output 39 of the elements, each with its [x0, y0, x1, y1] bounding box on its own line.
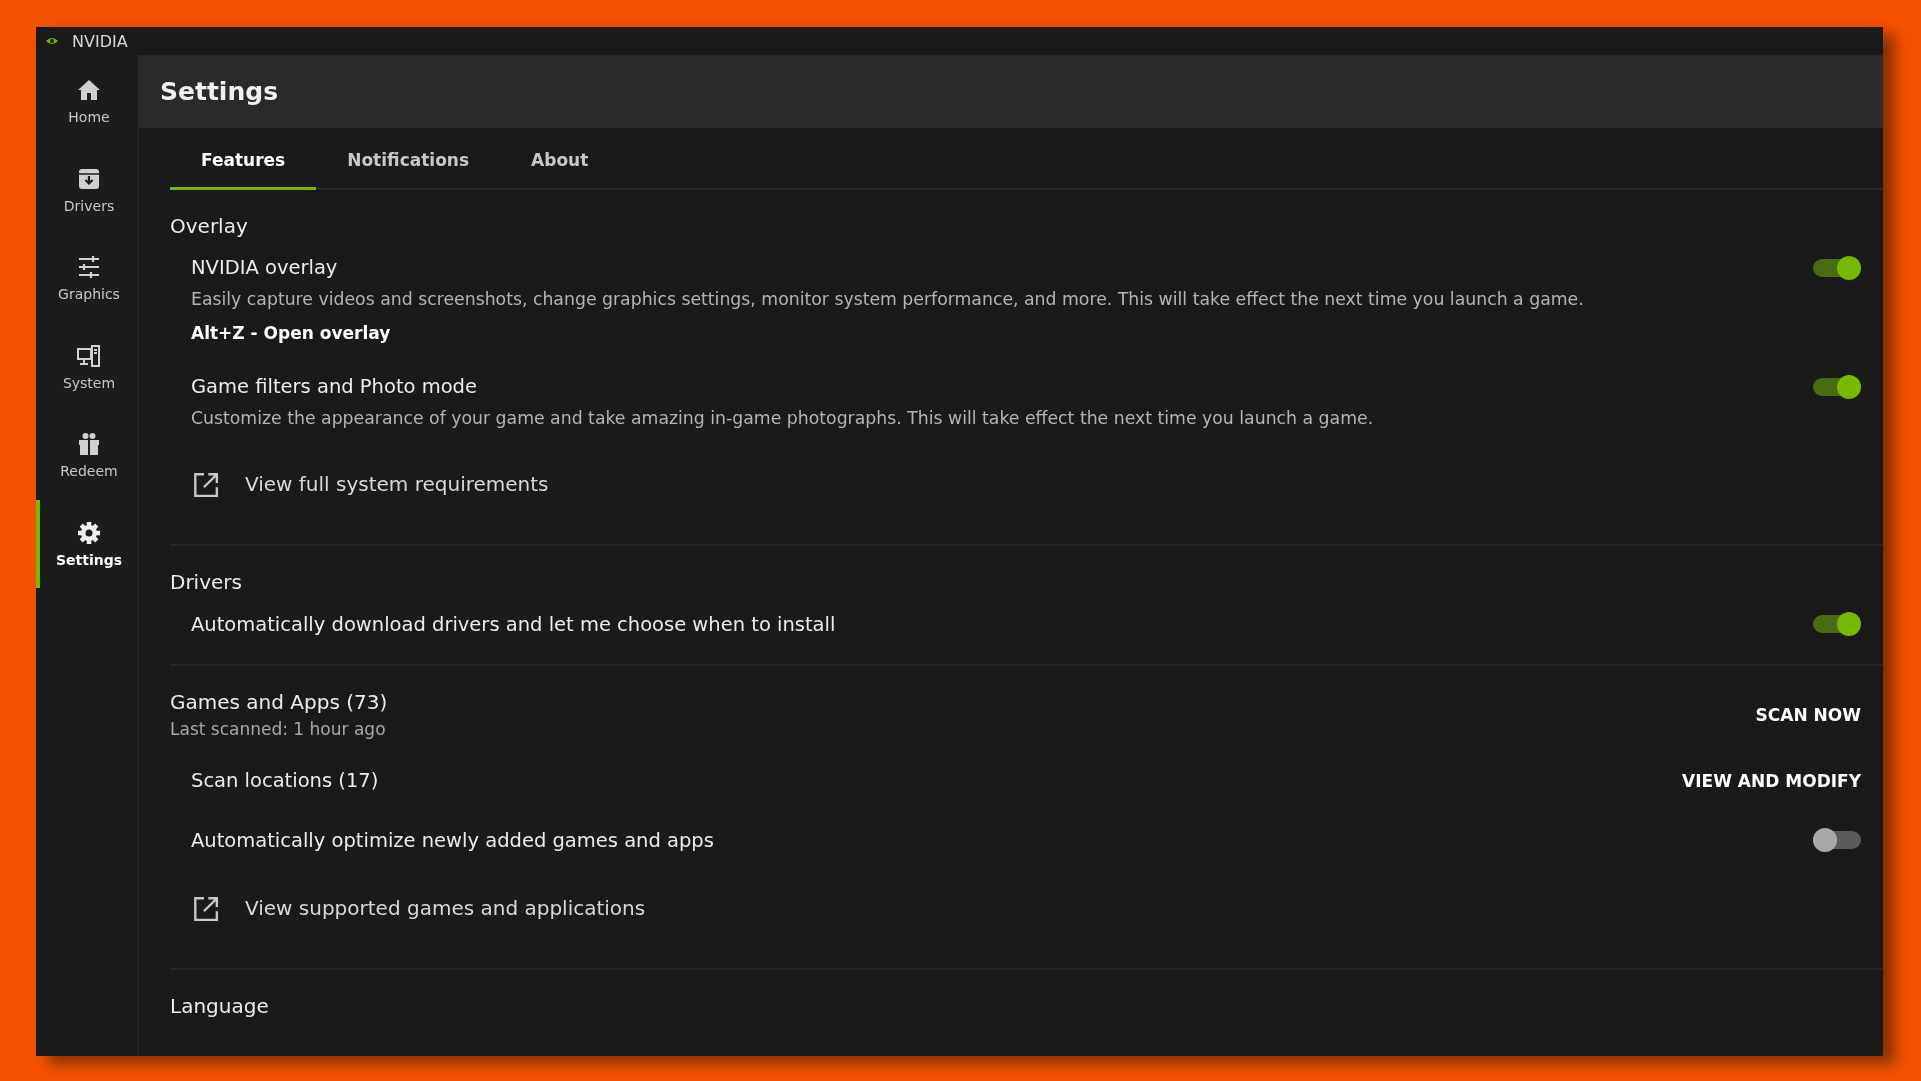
scan-now-button[interactable]: SCAN NOW — [1755, 704, 1861, 725]
link[interactable]: View supported games and applications — [245, 896, 646, 920]
toggle-switch[interactable] — [1813, 375, 1861, 399]
tab[interactable]: Features — [170, 132, 317, 190]
setting-label: NVIDIA overlay — [191, 256, 339, 279]
window-title: NVIDIA — [72, 31, 128, 51]
last-scanned-text: Last scanned: 1 hour ago — [170, 719, 387, 739]
sliders-icon — [76, 254, 102, 281]
computer-icon — [76, 342, 102, 369]
sidebar-item[interactable]: Settings — [36, 499, 138, 588]
settings-icon — [76, 519, 102, 546]
sidebar-item[interactable]: System — [36, 322, 138, 411]
section-title: Language — [170, 994, 269, 1018]
toggle-switch[interactable] — [1813, 256, 1861, 280]
shortcut-text: Alt+Z - Open overlay — [191, 323, 392, 343]
setting-label: Scan locations (17) — [191, 769, 379, 792]
setting-label: Automatically download drivers and let me choose when to install — [191, 612, 836, 636]
link[interactable]: View full system requirements — [245, 472, 549, 496]
setting-label: Automatically optimize newly added games and apps — [191, 828, 714, 852]
setting-label: Game filters and Photo mode — [191, 375, 478, 398]
gift-icon — [76, 431, 102, 458]
sidebar-item[interactable]: Home — [36, 57, 138, 146]
setting-description: Easily capture videos and screenshots, change graphics settings, monitor system performance, and more. This will take effect the next time you launch a game. — [191, 289, 1584, 309]
tab[interactable]: Notifications — [316, 132, 501, 190]
page-title: Settings — [160, 77, 278, 106]
toggle-switch[interactable] — [1813, 828, 1861, 852]
external-link-icon — [191, 470, 219, 498]
view-and-modify-button[interactable]: VIEW AND MODIFY — [1682, 770, 1861, 791]
toggle-switch[interactable] — [1813, 612, 1861, 636]
section-title: Games and Apps (73) — [170, 690, 388, 714]
external-link-icon — [191, 894, 219, 922]
section-title: Drivers — [170, 570, 242, 594]
setting-description: Customize the appearance of your game and take amazing in-game photographs. This will take effect the next time you launch a game. — [191, 408, 1374, 428]
sidebar-item[interactable]: Redeem — [36, 411, 138, 500]
section-title: Overlay — [170, 214, 248, 238]
sidebar-item[interactable]: Graphics — [36, 234, 138, 323]
logo-icon — [44, 35, 60, 47]
sidebar-item[interactable]: Drivers — [36, 145, 138, 234]
tab[interactable]: About — [500, 132, 620, 190]
